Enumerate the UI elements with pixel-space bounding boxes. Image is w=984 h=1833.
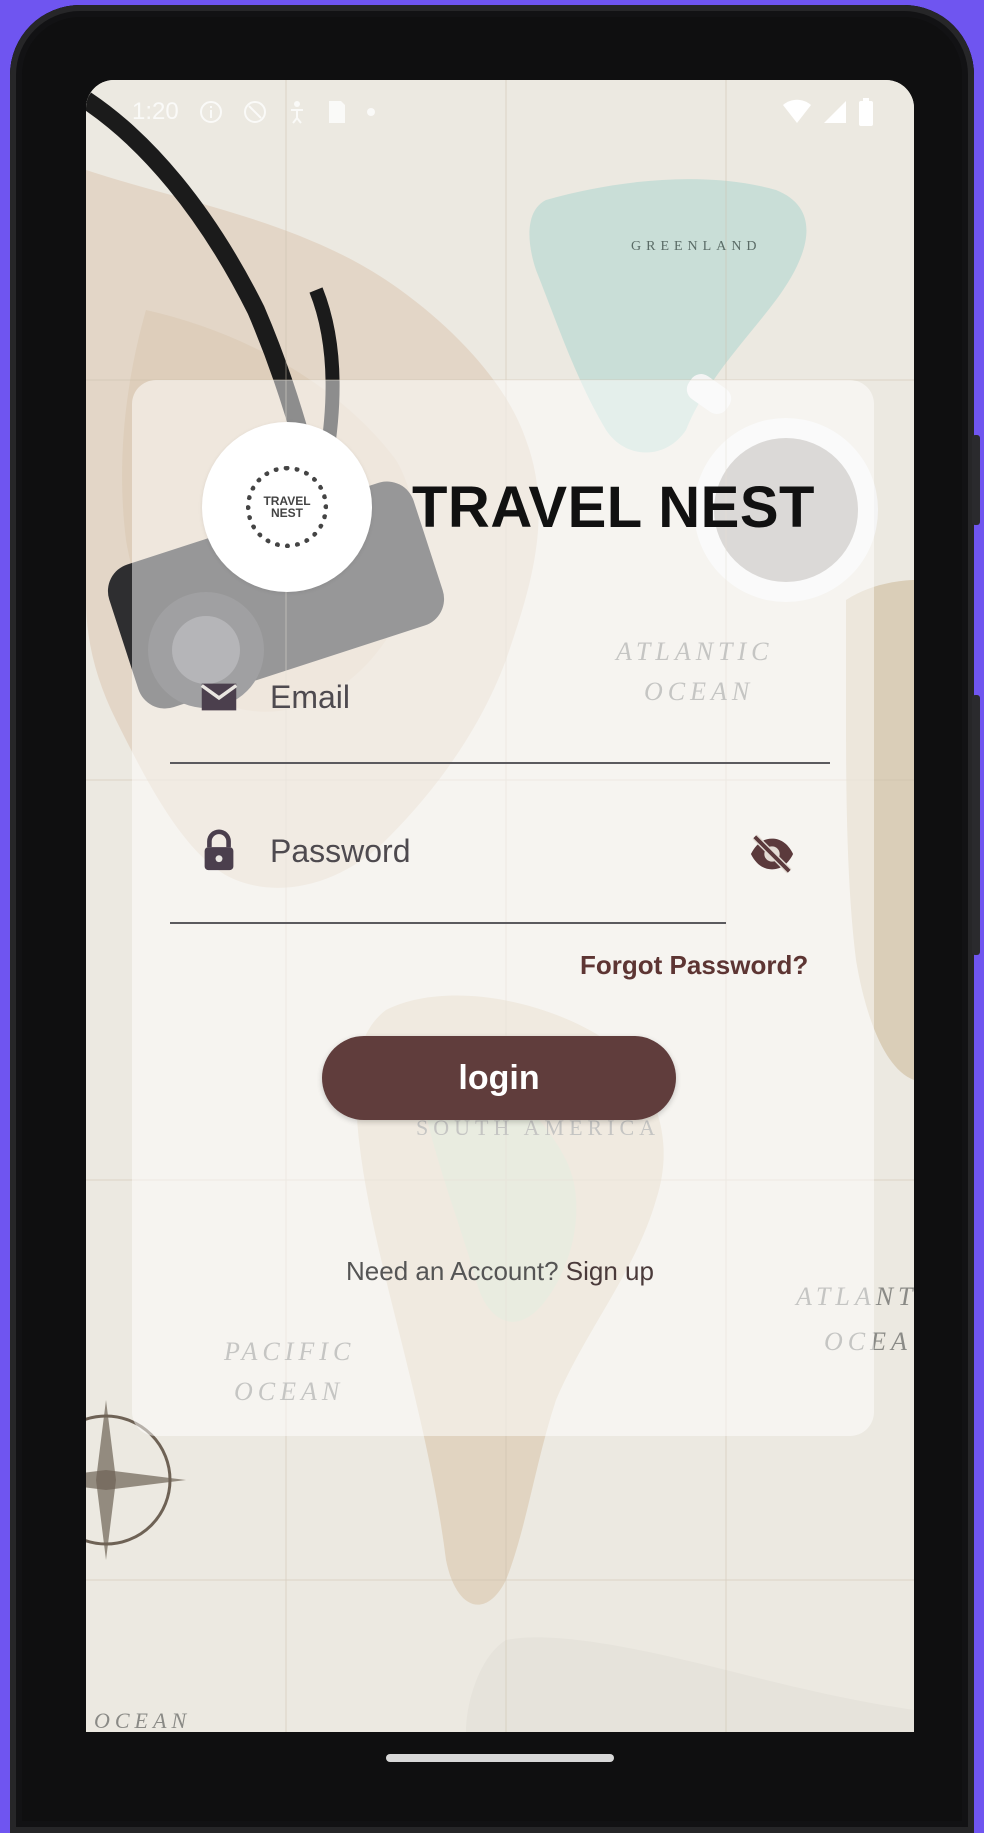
signup-prompt: Need an Account? Sign up [86,1256,914,1287]
eye-off-icon[interactable] [746,831,798,877]
accessibility-icon [290,101,303,124]
signup-prompt-text: Need an Account? [346,1256,559,1286]
forgot-password-link[interactable]: Forgot Password? [580,950,808,981]
power-button [972,695,980,955]
map-label: GREENLAND [631,239,762,254]
logo-wreath-icon: TRAVEL NEST [246,466,328,548]
email-field [170,656,830,738]
battery-icon [859,98,873,126]
wifi-icon [783,99,811,123]
password-input[interactable] [268,831,810,871]
info-icon [199,101,222,123]
logo-text: TRAVEL NEST [263,494,311,520]
map-label: OCEAN [94,1708,191,1732]
lock-icon [204,829,234,871]
cellular-signal-icon [824,101,846,123]
mail-icon [200,683,238,711]
login-button[interactable]: login [322,1036,676,1120]
signup-link[interactable]: Sign up [566,1256,654,1286]
app-logo: TRAVEL NEST [202,422,372,592]
email-underline [170,762,830,764]
volume-button [972,435,980,525]
sim-card-icon [328,101,345,123]
email-input[interactable] [268,677,830,717]
home-indicator[interactable] [386,1754,614,1762]
password-field [170,810,810,892]
status-bar: 1:20 [86,80,914,144]
password-underline [170,922,726,924]
status-time: 1:20 [132,98,179,125]
app-title: TRAVEL NEST [412,475,815,540]
do-not-disturb-icon [243,101,266,123]
notification-dot-icon [366,108,375,116]
